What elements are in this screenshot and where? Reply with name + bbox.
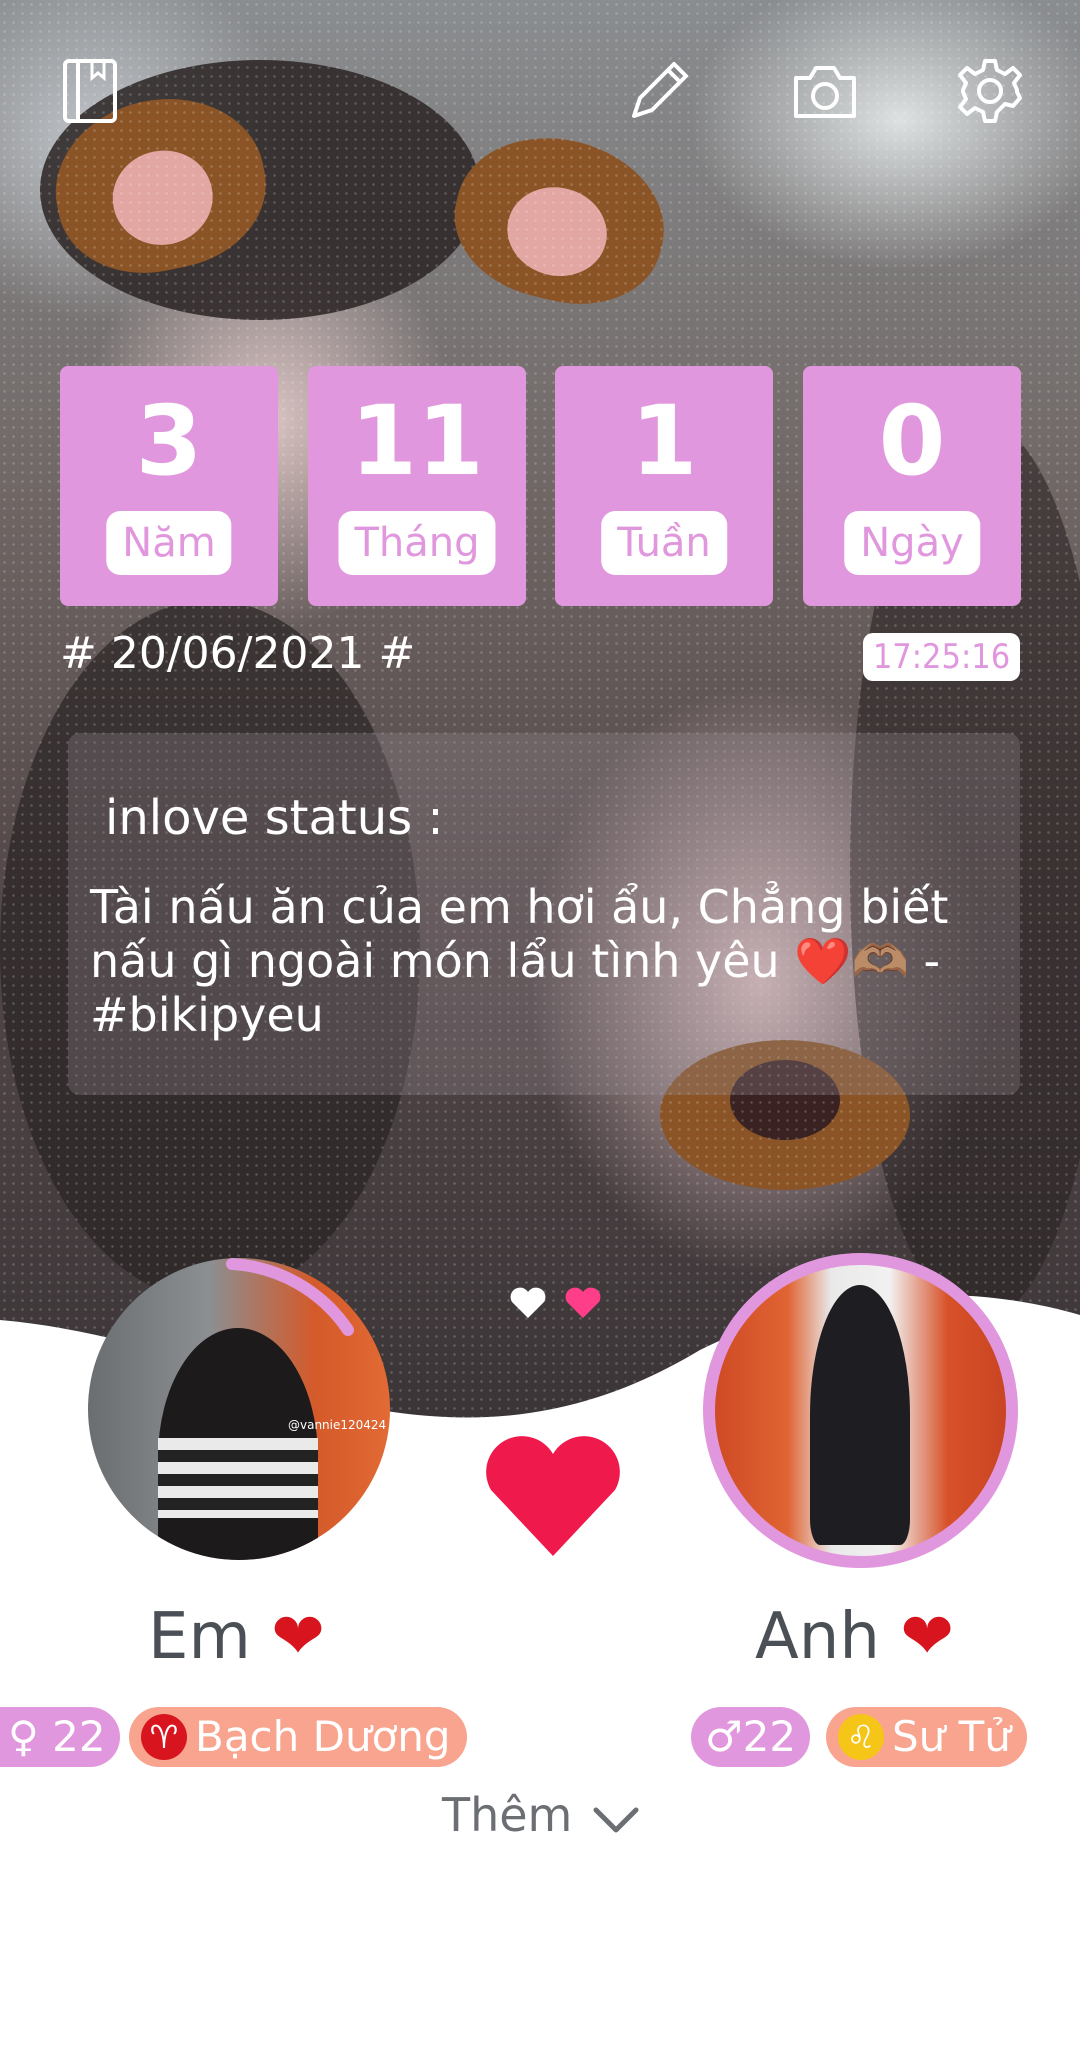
- hearts-decoration-icon: [510, 1287, 601, 1318]
- zodiac-pill-left: ♈ Bạch Dương: [129, 1707, 467, 1767]
- book-icon[interactable]: [56, 56, 126, 126]
- dog-ear-filter: [438, 116, 682, 324]
- counter-unit: Tháng: [338, 511, 496, 575]
- age-pill-right: ♂22: [691, 1707, 811, 1767]
- counter-value: 3: [135, 385, 203, 497]
- photo-caption: @vannie120424: [288, 1418, 387, 1432]
- aries-icon: ♈: [141, 1714, 187, 1760]
- counter-days: 0 Ngày: [803, 366, 1021, 606]
- counter-unit: Năm: [106, 511, 232, 575]
- more-label: Thêm: [442, 1788, 573, 1842]
- person-silhouette: [810, 1285, 910, 1545]
- counter-years: 3 Năm: [60, 366, 278, 606]
- counter-unit: Ngày: [844, 511, 980, 575]
- zodiac-label: Bạch Dương: [195, 1712, 451, 1761]
- name-text: Anh: [755, 1600, 880, 1674]
- status-title: inlove status :: [105, 790, 444, 846]
- counter-value: 11: [350, 385, 484, 497]
- zodiac-pill-right: ♌ Sư Tử: [826, 1707, 1027, 1767]
- heart-icon: ❤: [900, 1600, 954, 1674]
- counter-value: 0: [878, 385, 946, 497]
- background-photo: [0, 0, 1080, 1440]
- name-text: Em: [148, 1600, 251, 1674]
- heart-icon: ❤: [271, 1600, 325, 1674]
- zodiac-label: Sư Tử: [892, 1712, 1011, 1761]
- striped-top: [158, 1438, 318, 1518]
- more-button[interactable]: Thêm: [442, 1788, 642, 1842]
- counter-months: 11 Tháng: [308, 366, 526, 606]
- chevron-down-icon: [593, 1807, 639, 1832]
- avatar-anh[interactable]: [703, 1253, 1018, 1568]
- clock-badge: 17:25:16: [863, 633, 1020, 681]
- counter-weeks: 1 Tuần: [555, 366, 773, 606]
- start-date[interactable]: # 20/06/2021 #: [60, 628, 415, 679]
- gear-icon[interactable]: [955, 56, 1025, 126]
- camera-icon[interactable]: [790, 56, 860, 126]
- partner-name-left[interactable]: Em ❤: [148, 1600, 325, 1674]
- status-text: Tài nấu ăn của em hơi ẩu, Chẳng biết nấu…: [90, 880, 949, 1042]
- progress-arc: [226, 1258, 354, 1336]
- partner-name-right[interactable]: Anh ❤: [755, 1600, 954, 1674]
- pencil-icon[interactable]: [624, 56, 694, 126]
- leo-icon: ♌: [838, 1714, 884, 1760]
- age-pill-left: ♀ 22: [0, 1707, 120, 1767]
- counter-value: 1: [630, 385, 698, 497]
- counter-unit: Tuần: [601, 511, 727, 575]
- heart-icon[interactable]: [483, 1432, 623, 1562]
